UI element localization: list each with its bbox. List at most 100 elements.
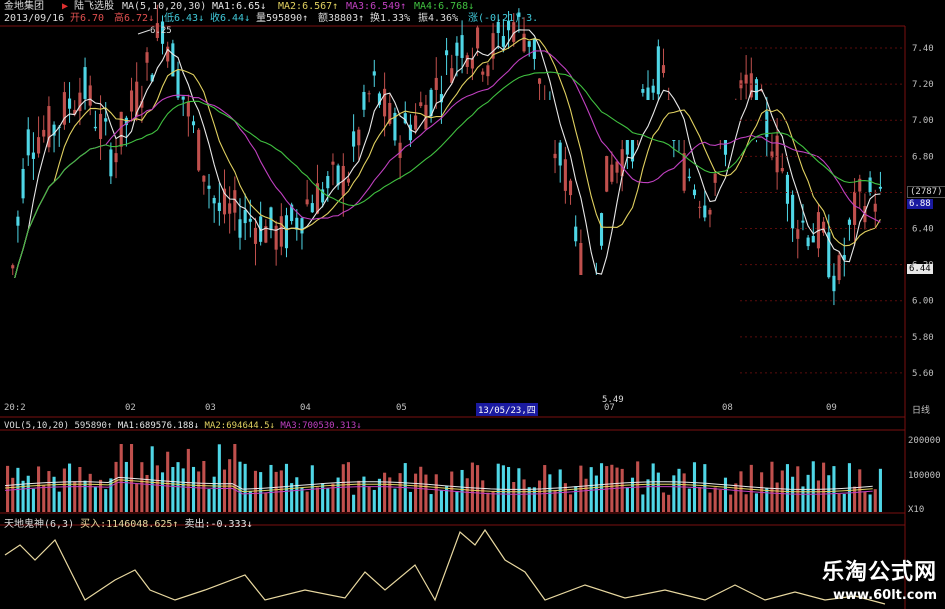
volume-bar [264,492,268,512]
candle-body [357,129,361,146]
price-tick-label: 5.80 [912,333,934,343]
candle-body [68,98,72,109]
candle-body [372,71,376,76]
candle-body [181,96,185,100]
volume-tick-label: 100000 [908,471,941,481]
volume-bar [863,491,867,512]
volume-bar [93,486,97,512]
watermark-url: www.60lt.com [832,588,937,603]
volume-bar [574,486,578,512]
candle-body [279,216,283,247]
candle-body [553,153,557,159]
candle-body [775,135,779,173]
volume-bar [842,493,846,512]
volume-bar [496,463,500,512]
date-label: 07 [604,403,615,413]
indicator-title[interactable]: 天地鬼神(6,3) [4,519,74,530]
candle-body [785,174,790,204]
candle-body [217,202,221,211]
volume-bar [455,491,459,512]
candle-body [832,275,836,292]
volume-bar [594,475,598,512]
volume-bar [47,471,51,512]
volume-bar [233,444,237,512]
candle-body [243,209,247,224]
indicator-header: 天地鬼神(6,3) 买入:1146048.625↑ 卖出:-0.333↓ [4,515,253,530]
volume-bar [73,481,77,512]
date-label: 20:2 [4,403,26,413]
candle-body [367,93,371,95]
volume-bar [419,466,423,512]
candle-body [599,213,604,246]
candle-body [253,227,258,244]
candle-body [207,185,211,189]
volume-bar [191,466,196,512]
volume-bar [68,463,72,512]
candle-body [796,229,800,239]
volume-bar [197,471,201,512]
volume-bars [4,444,882,512]
date-axis: 20:2 02 03 04 05 13/05/23,四 07 08 09 日线 [0,403,930,417]
candle-body [692,189,697,196]
volume-bar [284,463,289,512]
candle-body [698,206,702,208]
volume-bar [687,488,691,512]
candle-body [873,203,877,212]
volume-bar [625,487,629,512]
candle-body [88,85,92,106]
volume-bar [42,485,46,512]
volume-bar [465,478,469,512]
candle-body [868,177,872,193]
volume-bar [527,487,531,512]
volume-bar [765,487,769,512]
candle-body [574,226,578,242]
volume-bar [718,489,722,512]
candle-body [811,235,815,243]
volume-bar [873,489,877,512]
price-tick-label: 6.80 [912,152,934,162]
candle-body [186,101,190,117]
period-label[interactable]: 日线 [912,403,930,416]
volume-bar [150,446,154,512]
candle-body [651,85,655,93]
date-label: 02 [125,403,136,413]
candle-body [713,173,717,183]
volume-tick-label: 200000 [908,436,941,446]
candle-body [310,203,314,213]
volume-bar [37,466,41,512]
candle-body [486,65,490,77]
candle-body [537,78,542,84]
volume-bar [181,468,185,512]
price-tick-label: 6.40 [912,225,934,235]
candle-body [780,168,784,172]
site-watermark: 乐淘公式网 www.60lt.com [822,554,937,603]
volume-bar [145,474,149,512]
volume-bar [207,489,211,512]
candle-body [656,46,660,95]
volume-bar [615,467,619,512]
stock-code-box: (2787) [907,186,945,198]
candle-body [238,219,242,238]
volume-bar [501,465,505,512]
indicator-line [4,528,886,605]
volume-bar [656,472,660,512]
candle-body [248,218,252,222]
candle-body [568,180,573,196]
volume-bar [424,474,428,512]
candle-body [191,121,196,126]
volume-bar [321,483,325,512]
volume-bar [677,468,681,512]
volume-bar [641,494,645,512]
volume-bar [269,464,273,512]
volume-bar [749,464,753,512]
candle-body [21,168,25,199]
volume-bar [357,480,361,512]
candle-body [517,12,521,17]
volume-bar [486,492,490,512]
volume-bar [667,494,671,512]
volume-bar [770,461,774,512]
candle-body [708,209,712,215]
volume-bar [372,489,376,512]
volume-bar [723,477,728,512]
candle-body [284,215,289,249]
